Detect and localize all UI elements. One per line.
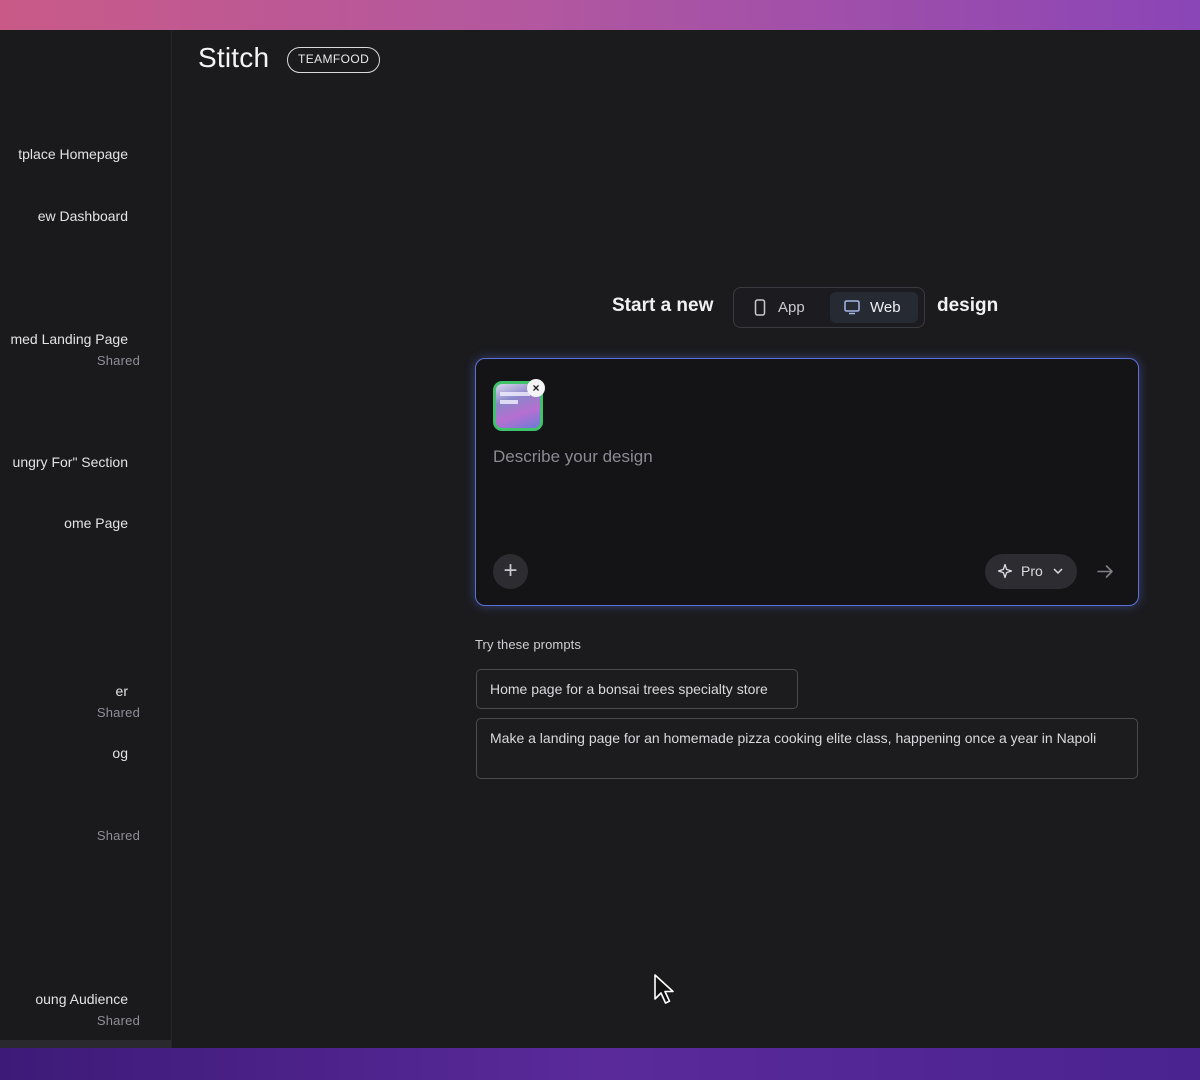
chevron-down-icon <box>1052 563 1064 582</box>
sidebar-item[interactable]: ungry For" Section <box>0 454 171 504</box>
sidebar-item-label: ew Dashboard <box>37 208 128 224</box>
sidebar-item-label: er <box>115 683 128 699</box>
sidebar-item-label: ome Page <box>64 515 128 531</box>
describe-design-input[interactable] <box>493 444 1113 470</box>
start-design-row: Start a new App Web design <box>612 287 1032 329</box>
sidebar-item[interactable]: ew Dashboard <box>0 208 171 258</box>
sidebar-item[interactable]: med Landing Page Shared <box>0 331 171 381</box>
sidebar-item[interactable]: Shared <box>0 806 171 856</box>
sidebar: tplace Homepage ew Dashboard med Landing… <box>0 30 172 1048</box>
remove-attachment-close-icon[interactable]: × <box>527 379 545 397</box>
platform-toggle: App Web <box>733 287 925 328</box>
sidebar-item[interactable]: ome Page <box>0 515 171 565</box>
model-select-button[interactable]: Pro <box>985 554 1077 589</box>
sidebar-item[interactable]: og <box>0 745 171 795</box>
app-window: tplace Homepage ew Dashboard med Landing… <box>0 30 1200 1048</box>
thumbnail-detail <box>500 392 530 396</box>
sidebar-item[interactable]: er Shared <box>0 683 171 733</box>
sparkle-icon <box>997 563 1013 582</box>
sidebar-item[interactable]: tplace Homepage <box>0 146 171 196</box>
sidebar-item-label: oung Audience <box>35 991 128 1007</box>
app-header: Stitch TEAMFOOD <box>172 30 1200 90</box>
desktop-bottom-gradient <box>0 1048 1200 1080</box>
web-option-button[interactable]: Web <box>830 292 918 323</box>
web-option-label: Web <box>870 299 901 316</box>
mouse-cursor-icon <box>653 973 677 1012</box>
arrow-right-icon[interactable] <box>1088 554 1123 589</box>
sidebar-item-label: og <box>112 745 128 761</box>
sidebar-item-label: med Landing Page <box>10 331 128 347</box>
prompt-suggestion[interactable]: Home page for a bonsai trees specialty s… <box>476 669 798 709</box>
app-option-label: App <box>778 299 805 316</box>
prompt-suggestion[interactable]: Make a landing page for an homemade pizz… <box>476 718 1138 779</box>
shared-badge: Shared <box>96 828 140 843</box>
shared-badge: Shared <box>96 353 140 368</box>
app-title: Stitch <box>198 42 270 73</box>
thumbnail-detail <box>500 400 518 404</box>
start-suffix: design <box>937 295 999 316</box>
desktop-top-gradient <box>0 0 1200 30</box>
phone-icon <box>754 299 766 320</box>
sidebar-item-label: ungry For" Section <box>12 454 128 470</box>
shared-badge: Shared <box>96 1013 140 1028</box>
try-prompts-label: Try these prompts <box>475 637 581 652</box>
sidebar-bottom-edge <box>0 1040 171 1048</box>
monitor-icon <box>844 299 860 319</box>
teamfood-badge: TEAMFOOD <box>287 47 381 73</box>
sidebar-item-label: tplace Homepage <box>18 146 128 162</box>
start-prefix: Start a new <box>612 295 714 316</box>
plus-icon[interactable]: + <box>493 554 528 589</box>
model-label: Pro <box>1021 563 1043 579</box>
app-option-button[interactable]: App <box>738 292 826 323</box>
design-composer: × + Pro <box>475 358 1139 606</box>
shared-badge: Shared <box>96 705 140 720</box>
sidebar-item[interactable]: oung Audience Shared <box>0 991 171 1041</box>
